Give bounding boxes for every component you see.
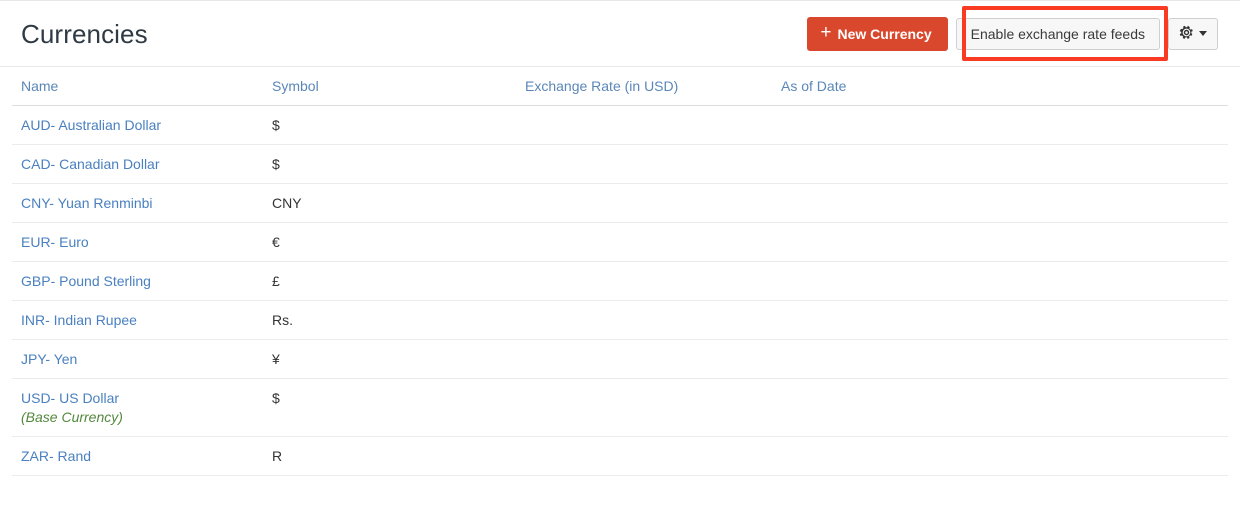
cell-symbol: £ [263, 261, 516, 301]
currency-table: Name Symbol Exchange Rate (in USD) As of… [12, 67, 1228, 476]
cell-symbol: $ [263, 378, 516, 437]
table-row: ZAR- Rand R [12, 436, 1228, 476]
page-title: Currencies [21, 18, 148, 49]
cell-as-of-date [772, 261, 1228, 301]
new-currency-button[interactable]: + New Currency [807, 16, 948, 51]
currency-link[interactable]: ZAR- Rand [21, 448, 91, 464]
cell-as-of-date [772, 183, 1228, 223]
enable-exchange-rate-feeds-label: Enable exchange rate feeds [970, 25, 1145, 42]
table-header-row: Name Symbol Exchange Rate (in USD) As of… [12, 67, 1228, 106]
cell-symbol: € [263, 222, 516, 262]
cell-exchange-rate [516, 105, 772, 145]
cell-symbol: ¥ [263, 339, 516, 379]
currency-link[interactable]: INR- Indian Rupee [21, 312, 137, 328]
page-header: Currencies + New Currency Enable exchang… [0, 1, 1240, 67]
cell-exchange-rate [516, 378, 772, 437]
currency-link[interactable]: USD- US Dollar [21, 390, 119, 406]
chevron-down-icon [1199, 31, 1207, 36]
currency-link[interactable]: AUD- Australian Dollar [21, 117, 161, 133]
cell-name: JPY- Yen [12, 339, 263, 379]
cell-as-of-date [772, 339, 1228, 379]
currency-table-container: Name Symbol Exchange Rate (in USD) As of… [0, 67, 1240, 476]
cell-symbol: $ [263, 144, 516, 184]
currency-link[interactable]: JPY- Yen [21, 351, 77, 367]
cell-symbol: CNY [263, 183, 516, 223]
cell-symbol: Rs. [263, 300, 516, 340]
cell-as-of-date [772, 436, 1228, 476]
currency-link[interactable]: GBP- Pound Sterling [21, 273, 151, 289]
table-row: AUD- Australian Dollar $ [12, 105, 1228, 145]
currency-link[interactable]: CNY- Yuan Renminbi [21, 195, 153, 211]
column-header-symbol[interactable]: Symbol [263, 67, 516, 106]
cell-exchange-rate [516, 339, 772, 379]
cell-symbol: $ [263, 105, 516, 145]
cell-name: GBP- Pound Sterling [12, 261, 263, 301]
cell-exchange-rate [516, 436, 772, 476]
column-header-exchange-rate[interactable]: Exchange Rate (in USD) [516, 67, 772, 106]
table-row: INR- Indian Rupee Rs. [12, 300, 1228, 340]
cell-exchange-rate [516, 144, 772, 184]
new-currency-button-label: New Currency [837, 25, 932, 42]
plus-icon: + [820, 22, 832, 43]
cell-name: INR- Indian Rupee [12, 300, 263, 340]
cell-exchange-rate [516, 300, 772, 340]
table-row: JPY- Yen ¥ [12, 339, 1228, 379]
cell-exchange-rate [516, 222, 772, 262]
cell-name: AUD- Australian Dollar [12, 105, 263, 145]
cell-exchange-rate [516, 183, 772, 223]
currency-link[interactable]: CAD- Canadian Dollar [21, 156, 160, 172]
cell-as-of-date [772, 105, 1228, 145]
table-row: EUR- Euro € [12, 222, 1228, 262]
currency-link[interactable]: EUR- Euro [21, 234, 89, 250]
column-header-name[interactable]: Name [12, 67, 263, 106]
cell-as-of-date [772, 300, 1228, 340]
currencies-page: Currencies + New Currency Enable exchang… [0, 0, 1240, 518]
enable-exchange-rate-feeds-button[interactable]: Enable exchange rate feeds [955, 17, 1160, 50]
column-header-as-of-date[interactable]: As of Date [772, 67, 1228, 106]
settings-dropdown-button[interactable] [1168, 17, 1218, 50]
table-body: AUD- Australian Dollar $ CAD- Canadian Do… [12, 105, 1228, 476]
cell-as-of-date [772, 144, 1228, 184]
table-row: USD- US Dollar (Base Currency) $ [12, 378, 1228, 437]
cell-name: CNY- Yuan Renminbi [12, 183, 263, 223]
cell-symbol: R [263, 436, 516, 476]
cell-as-of-date [772, 378, 1228, 437]
cell-name: CAD- Canadian Dollar [12, 144, 263, 184]
cell-name: EUR- Euro [12, 222, 263, 262]
base-currency-note: (Base Currency) [21, 409, 123, 425]
cell-name: ZAR- Rand [12, 436, 263, 476]
header-actions: + New Currency Enable exchange rate feed… [807, 16, 1228, 51]
table-row: CNY- Yuan Renminbi CNY [12, 183, 1228, 223]
table-header: Name Symbol Exchange Rate (in USD) As of… [12, 67, 1228, 106]
cell-exchange-rate [516, 261, 772, 301]
gear-icon [1179, 25, 1194, 42]
table-row: CAD- Canadian Dollar $ [12, 144, 1228, 184]
cell-name: USD- US Dollar (Base Currency) [12, 378, 263, 437]
cell-as-of-date [772, 222, 1228, 262]
table-row: GBP- Pound Sterling £ [12, 261, 1228, 301]
